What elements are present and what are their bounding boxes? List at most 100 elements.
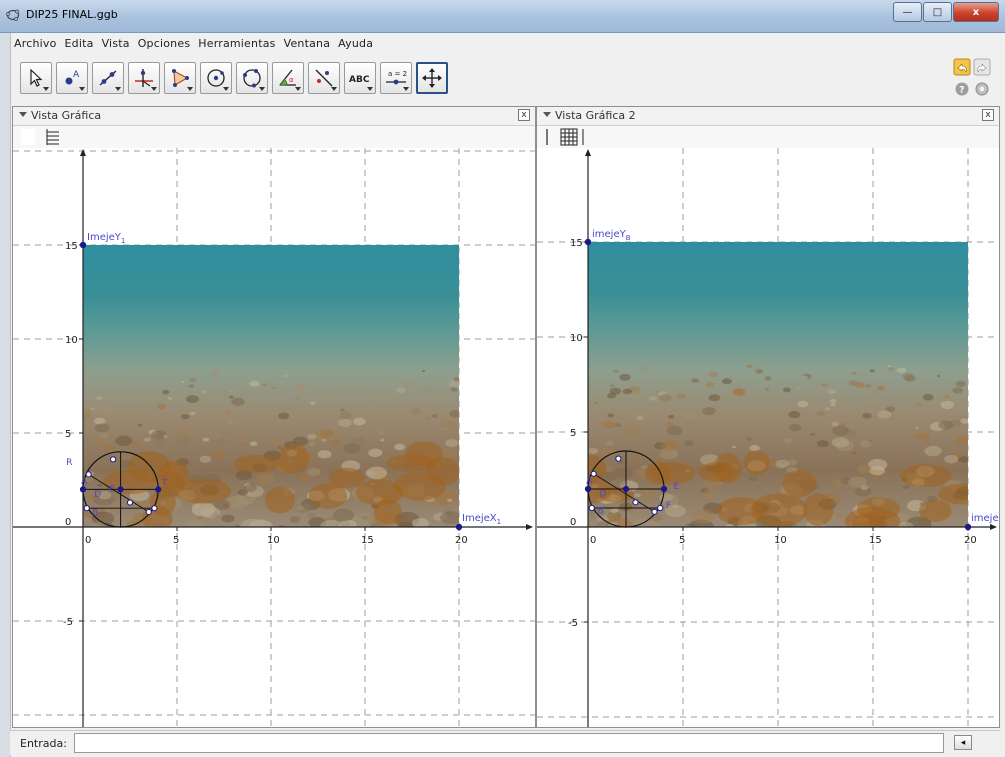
point-tool[interactable]: A <box>56 62 88 94</box>
reef-texture <box>831 421 840 427</box>
reef-texture <box>111 506 122 513</box>
construction-point[interactable] <box>155 486 162 493</box>
move-view-icon <box>422 68 442 88</box>
y-tick-label: 5 <box>570 428 576 439</box>
geogebra-app-icon <box>6 9 20 21</box>
construction-point[interactable] <box>145 508 152 516</box>
reef-texture <box>944 454 959 464</box>
menu-edita[interactable]: Edita <box>61 34 98 54</box>
close-view-icon[interactable]: x <box>518 109 530 121</box>
circle-three-points-tool[interactable] <box>236 62 268 94</box>
move-tool[interactable] <box>20 62 52 94</box>
angle-tool[interactable]: α <box>272 62 304 94</box>
grid-toggle-icon[interactable] <box>560 128 584 146</box>
arrow-pointer-icon <box>30 68 43 87</box>
settings-gear-icon[interactable] <box>975 82 989 96</box>
input-help-icon[interactable]: ◂ <box>954 735 972 750</box>
menu-ayuda[interactable]: Ayuda <box>334 34 377 54</box>
graphics-view-1-header: Vista Gráfica x <box>13 107 535 126</box>
y-tick-label: 15 <box>570 238 583 249</box>
close-view-icon[interactable]: x <box>982 109 994 121</box>
collapse-arrow-icon[interactable] <box>543 112 551 117</box>
reef-texture <box>340 408 346 412</box>
reef-texture <box>199 455 212 463</box>
graphics-canvas-1[interactable]: 0 5 10 15 20 15 10 5 0 -5 ImejeY1 ImejeX1 R A D E B T <box>13 148 535 727</box>
reef-texture <box>636 415 644 421</box>
reef-texture <box>324 392 332 397</box>
seaweed-patch <box>149 489 176 516</box>
y-tick-label: 0 <box>570 517 576 528</box>
construction-point[interactable] <box>83 505 90 512</box>
imejeX-point[interactable] <box>964 523 972 531</box>
collapse-arrow-icon[interactable] <box>19 112 27 117</box>
reef-texture <box>887 365 892 368</box>
reef-texture <box>249 380 260 387</box>
construction-point[interactable] <box>584 485 592 493</box>
menu-herramientas[interactable]: Herramientas <box>194 34 279 54</box>
construction-point[interactable] <box>651 508 658 515</box>
close-button[interactable]: x <box>953 2 999 22</box>
reef-texture <box>352 417 366 426</box>
reef-texture <box>449 410 459 418</box>
undo-icon[interactable] <box>953 58 971 76</box>
reef-texture <box>788 423 802 432</box>
reef-texture <box>310 401 316 405</box>
menu-vista[interactable]: Vista <box>98 34 134 54</box>
construction-point[interactable] <box>615 455 622 462</box>
reef-texture <box>869 398 880 404</box>
redo-icon[interactable] <box>973 58 991 76</box>
polygon-icon <box>172 69 189 87</box>
move-graphics-view-tool[interactable] <box>416 62 448 94</box>
perpendicular-tool[interactable] <box>128 62 160 94</box>
construction-point[interactable] <box>632 499 639 506</box>
line-icon <box>99 70 117 86</box>
graphics-canvas-2[interactable]: 0 5 10 15 20 15 10 5 0 -5 imejeYB imejeXB AD E B F <box>537 148 999 727</box>
reef-texture <box>137 423 143 427</box>
construction-point[interactable] <box>622 485 630 493</box>
menu-opciones[interactable]: Opciones <box>134 34 195 54</box>
maximize-button[interactable]: □ <box>923 2 952 22</box>
reef-texture <box>746 364 753 369</box>
construction-point[interactable] <box>151 505 158 512</box>
line-tool[interactable] <box>92 62 124 94</box>
reef-texture <box>424 416 431 421</box>
reef-texture <box>421 370 426 373</box>
help-icon[interactable]: ? <box>955 82 969 96</box>
reef-texture <box>708 371 719 378</box>
imejeX-point[interactable] <box>455 523 463 531</box>
construction-label: R <box>66 458 72 468</box>
grid-toggle-icon[interactable] <box>46 129 59 145</box>
menu-ventana[interactable]: Ventana <box>280 34 335 54</box>
construction-point[interactable] <box>588 504 595 512</box>
reef-texture <box>864 383 872 389</box>
reef-texture <box>831 437 850 448</box>
polygon-tool[interactable] <box>164 62 196 94</box>
minimize-button[interactable]: — <box>893 2 922 22</box>
input-bar: Entrada: ◂ <box>10 730 1000 755</box>
reef-texture <box>309 441 316 446</box>
reflect-tool[interactable] <box>308 62 340 94</box>
reef-texture <box>819 403 827 409</box>
input-bar-field[interactable] <box>74 733 944 753</box>
y-axis-arrow <box>585 149 591 156</box>
text-tool[interactable]: ABC <box>344 62 376 94</box>
reef-texture <box>607 393 616 399</box>
construction-point[interactable] <box>109 456 117 463</box>
slider-tool[interactable]: a = 2 <box>380 62 412 94</box>
axes-toggle-icon[interactable] <box>21 129 35 145</box>
construction-point[interactable] <box>657 504 664 512</box>
svg-text:ABC: ABC <box>349 75 370 85</box>
construction-point[interactable] <box>117 486 124 493</box>
reef-texture <box>859 440 872 448</box>
imejeY-point[interactable] <box>584 238 592 246</box>
reef-texture <box>940 400 955 409</box>
circle-center-tool[interactable] <box>200 62 232 94</box>
graphics-view-2-header: Vista Gráfica 2 x <box>537 107 999 126</box>
construction-point[interactable] <box>660 485 668 493</box>
x-tick-label: 5 <box>173 535 179 546</box>
construction-point[interactable] <box>79 486 87 493</box>
imejeY-point[interactable] <box>79 241 87 249</box>
menu-archivo[interactable]: Archivo <box>10 34 61 54</box>
construction-point[interactable] <box>126 499 134 506</box>
seaweed-patch <box>393 471 447 501</box>
